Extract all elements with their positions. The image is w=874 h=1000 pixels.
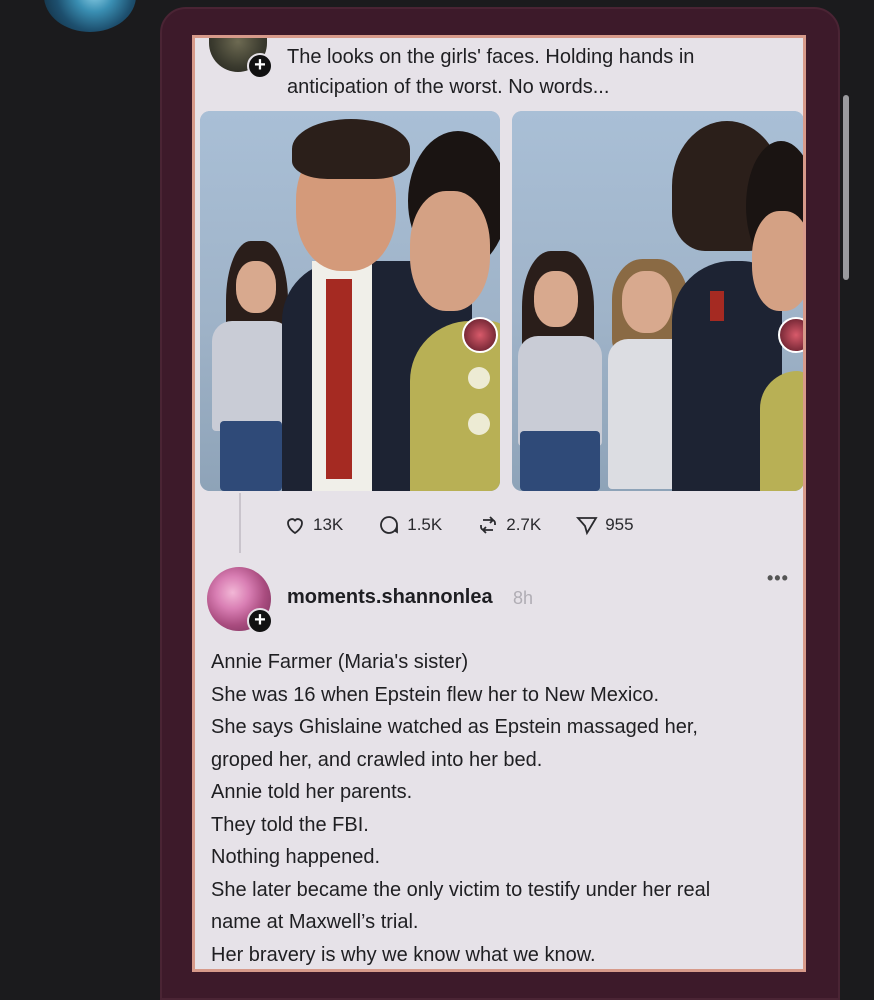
share-count: 955 bbox=[605, 515, 634, 534]
comment-button[interactable]: 1.5K bbox=[377, 513, 442, 537]
plus-icon[interactable]: + bbox=[247, 53, 273, 79]
repost-count: 2.7K bbox=[506, 515, 542, 534]
thread-line bbox=[239, 493, 241, 553]
like-count: 13K bbox=[313, 515, 344, 534]
post2-line: Her bravery is why we know what we know. bbox=[211, 943, 596, 966]
post2-line: She says Ghislaine watched as Epstein ma… bbox=[211, 716, 698, 738]
post2-line: groped her, and crawled into her bed. bbox=[211, 748, 543, 771]
heart-icon[interactable] bbox=[468, 367, 490, 389]
embedded-screenshot[interactable]: + The looks on the girls' faces. Holding… bbox=[192, 35, 806, 972]
heart-icon bbox=[287, 518, 303, 535]
post2-line: She later became the only victim to test… bbox=[211, 878, 711, 901]
share-button[interactable]: 955 bbox=[575, 513, 634, 537]
overlay-avatar[interactable] bbox=[462, 317, 498, 353]
post2-line: Annie told her parents. bbox=[211, 781, 413, 803]
page: + The looks on the girls' faces. Holding… bbox=[0, 0, 874, 1000]
plus-icon[interactable]: + bbox=[247, 608, 273, 634]
post1-actions: 13K 1.5K 2.7K 955 bbox=[283, 510, 634, 540]
post2-line: She was 16 when Epstein flew her to New … bbox=[211, 683, 659, 706]
comment-icon[interactable] bbox=[468, 413, 490, 435]
post1-image-right[interactable] bbox=[512, 111, 803, 491]
like-button[interactable]: 13K bbox=[283, 513, 343, 537]
post2-username[interactable]: moments.shannonlea bbox=[287, 586, 493, 609]
scrollbar[interactable] bbox=[843, 95, 849, 280]
post2-line: Annie Farmer (Maria's sister) bbox=[211, 651, 469, 673]
post2-timestamp: 8h bbox=[513, 588, 534, 608]
post2-body: Annie Farmer (Maria's sister) She was 16… bbox=[211, 646, 791, 969]
post2-line: Nothing happened. bbox=[211, 846, 381, 868]
more-options-icon[interactable]: ••• bbox=[767, 568, 789, 589]
comment-icon bbox=[380, 516, 399, 534]
post1-caption: The looks on the girls' faces. Holding h… bbox=[287, 46, 695, 98]
repost-button[interactable]: 2.7K bbox=[476, 513, 541, 537]
post2-line: name at Maxwell’s trial. bbox=[211, 911, 419, 933]
repost-icon bbox=[480, 516, 497, 534]
post2-line: They told the FBI. bbox=[211, 813, 369, 836]
comment-count: 1.5K bbox=[407, 515, 443, 534]
send-icon bbox=[576, 517, 598, 536]
post1-image-left[interactable] bbox=[200, 111, 500, 491]
outer-user-avatar[interactable] bbox=[44, 0, 136, 32]
